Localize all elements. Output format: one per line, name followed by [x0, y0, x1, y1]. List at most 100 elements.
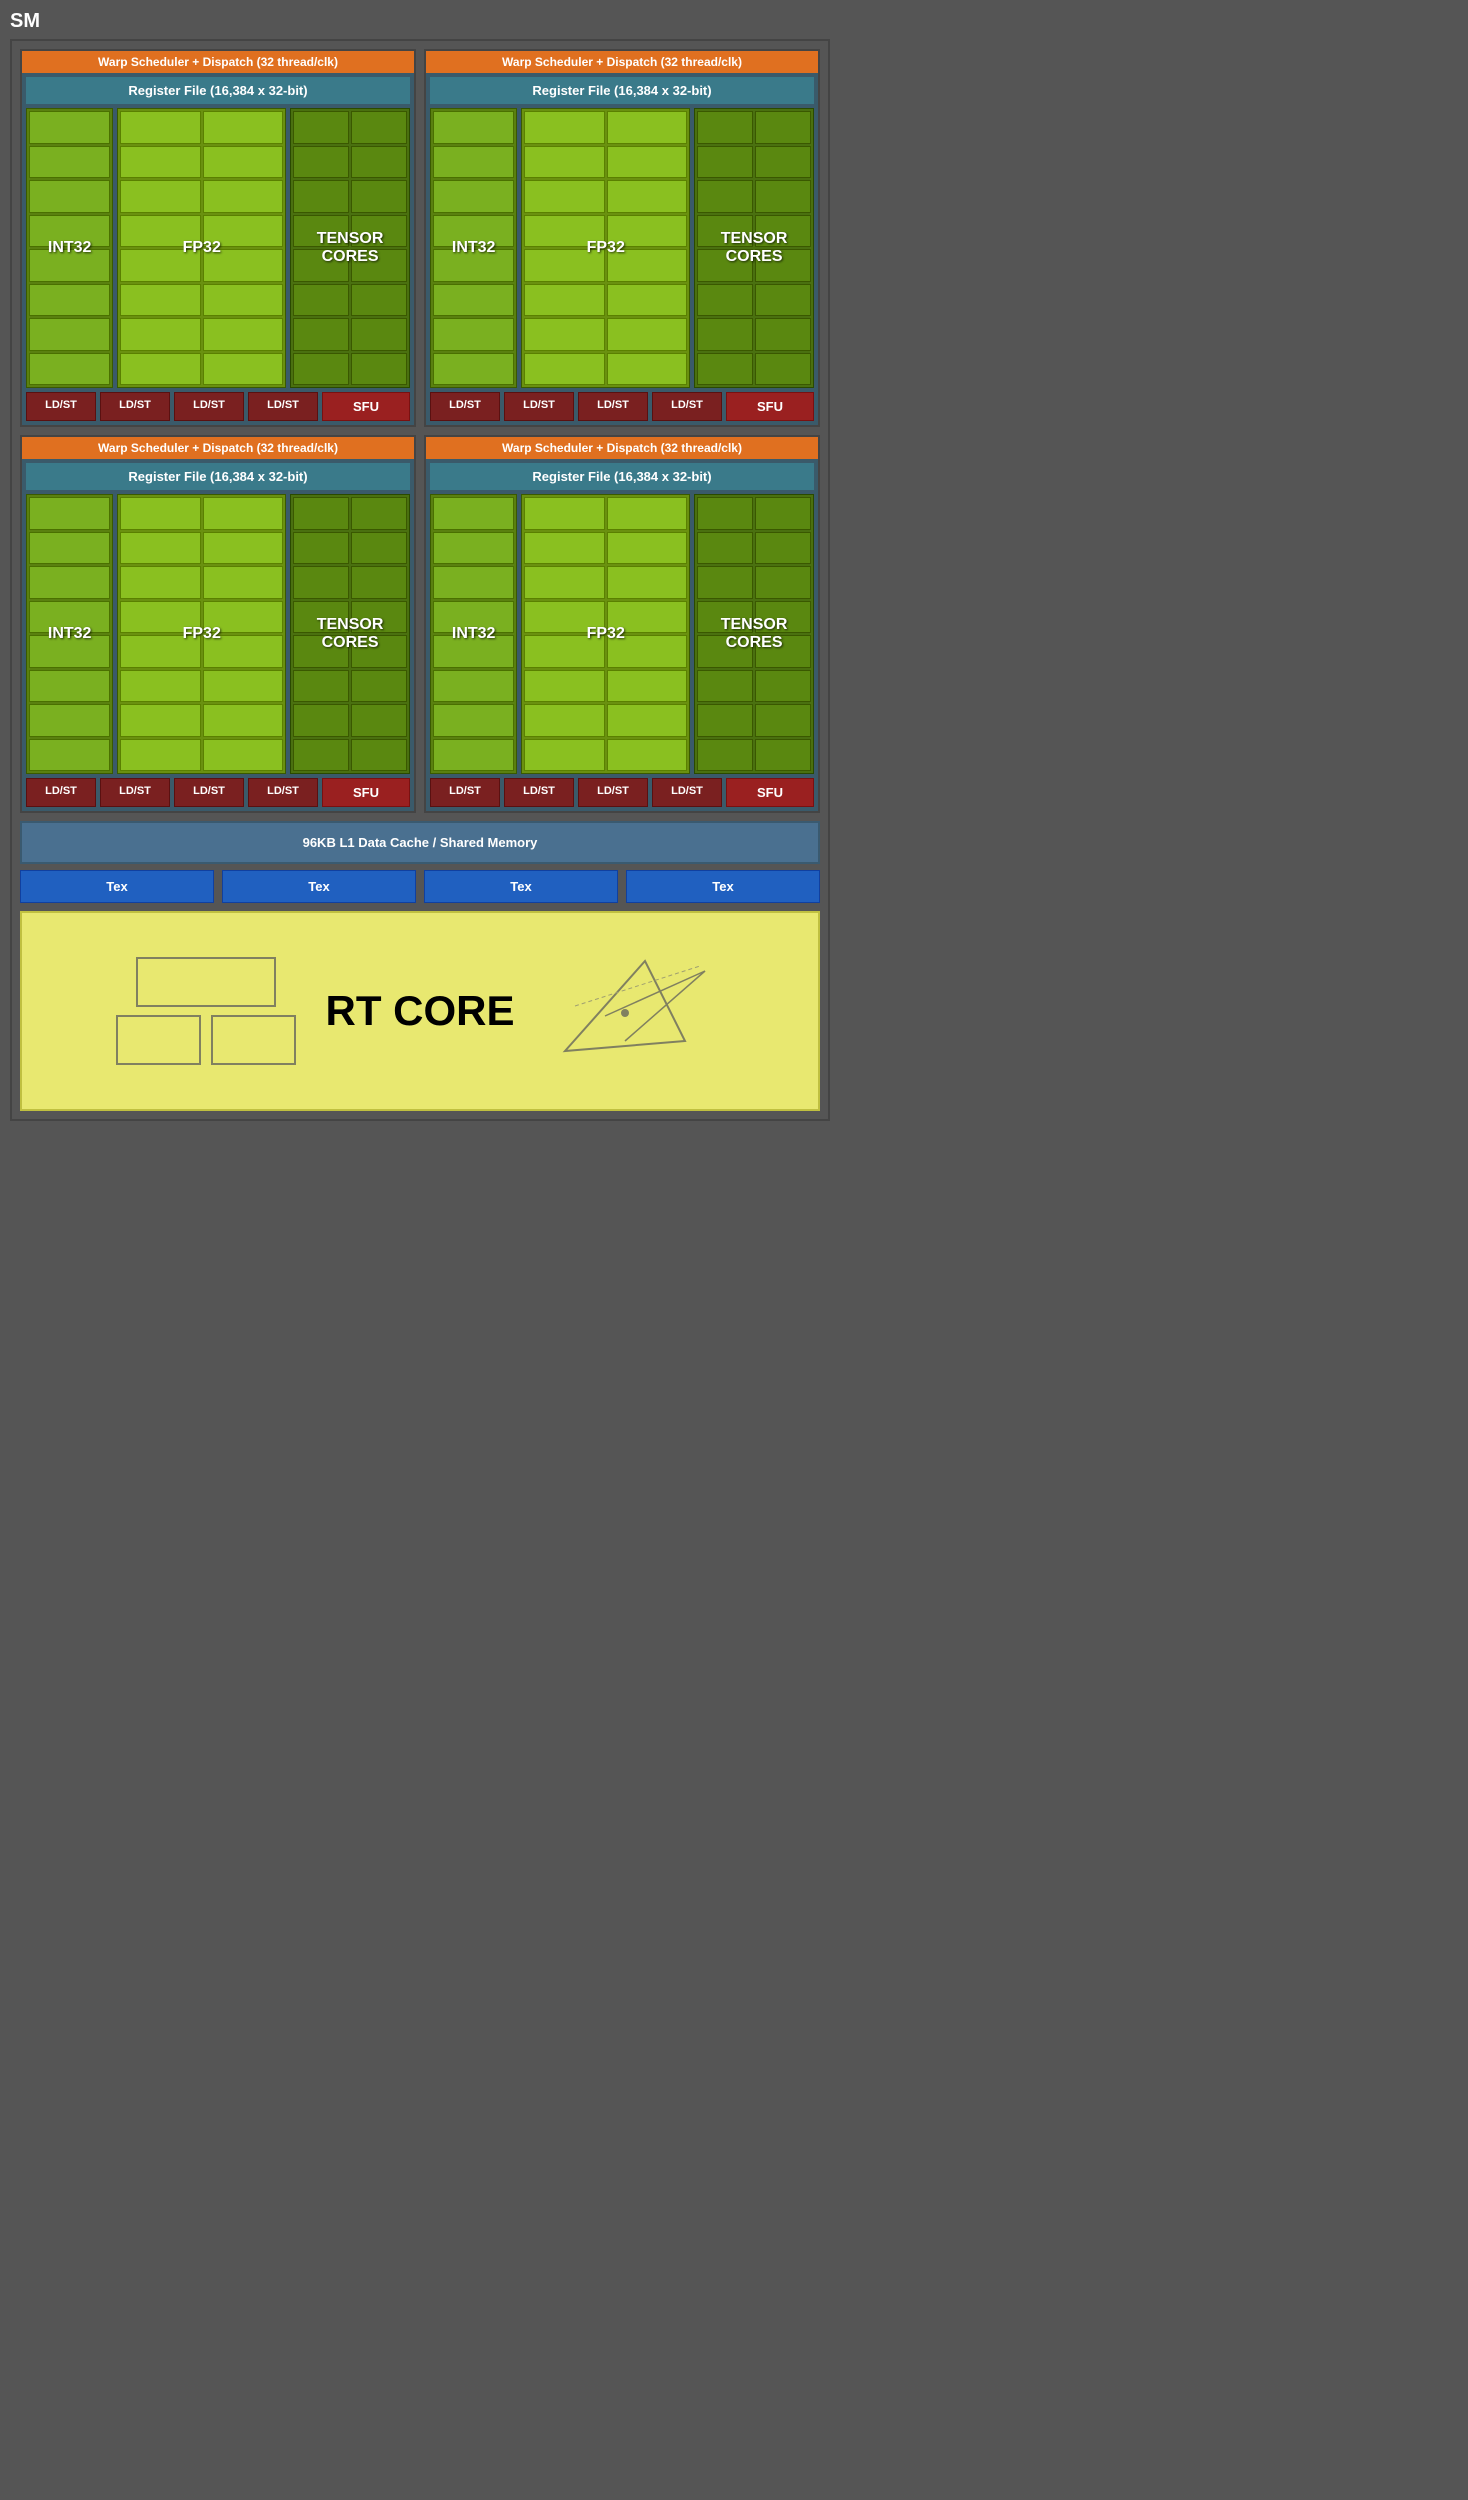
- triangle-diagram: [545, 951, 725, 1071]
- fp32-cell: [120, 215, 200, 248]
- tensor-cell: [293, 497, 349, 530]
- int32-block-4: INT32: [430, 494, 517, 774]
- tensor-cell: [755, 353, 811, 386]
- fp32-cell: [203, 249, 283, 282]
- register-file-2: Register File (16,384 x 32-bit): [430, 77, 814, 104]
- tensor-cell: [755, 318, 811, 351]
- fp32-cell: [203, 111, 283, 144]
- cores-area-3: INT32 FP32: [26, 494, 410, 774]
- tensor-cell: [293, 215, 349, 248]
- tensor-cell: [293, 566, 349, 599]
- fp32-cell: [120, 566, 200, 599]
- ldst-btn-4: LD/ST: [248, 392, 318, 421]
- fp32-cell: [524, 566, 604, 599]
- fp32-cell: [120, 532, 200, 565]
- tensor-cell: [755, 497, 811, 530]
- fp32-cell: [120, 353, 200, 386]
- fp32-cell: [203, 215, 283, 248]
- fp32-cell: [524, 532, 604, 565]
- int32-cell: [29, 670, 110, 703]
- int32-cell: [433, 532, 514, 565]
- tensor-cell: [351, 601, 407, 634]
- ldst-btn-3: LD/ST: [174, 392, 244, 421]
- tensor-cell: [351, 284, 407, 317]
- fp32-cell: [120, 635, 200, 668]
- tensor-cell: [697, 146, 753, 179]
- int32-cell: [29, 353, 110, 386]
- register-file-4: Register File (16,384 x 32-bit): [430, 463, 814, 490]
- tensor-cell: [755, 670, 811, 703]
- ldst-btn-9: LD/ST: [26, 778, 96, 807]
- int32-cell: [433, 635, 514, 668]
- tensor-block-2: TENSORCORES: [694, 108, 814, 388]
- tensor-cell: [293, 284, 349, 317]
- ldst-btn-8: LD/ST: [652, 392, 722, 421]
- register-file-1: Register File (16,384 x 32-bit): [26, 77, 410, 104]
- tensor-cell: [293, 601, 349, 634]
- fp32-cell: [203, 532, 283, 565]
- fp32-cell: [120, 146, 200, 179]
- int32-cell: [29, 249, 110, 282]
- tensor-cell: [351, 318, 407, 351]
- ldst-row-1: LD/ST LD/ST LD/ST LD/ST SFU: [26, 392, 410, 421]
- fp32-cell: [120, 111, 200, 144]
- fp32-cell: [607, 497, 687, 530]
- int32-block-3: INT32: [26, 494, 113, 774]
- int32-block-1: INT32: [26, 108, 113, 388]
- quadrant-top-right: Warp Scheduler + Dispatch (32 thread/clk…: [424, 49, 820, 427]
- tensor-cell: [351, 249, 407, 282]
- tensor-cell: [293, 532, 349, 565]
- fp32-cell: [203, 284, 283, 317]
- ldst-btn-10: LD/ST: [100, 778, 170, 807]
- tensor-cell: [293, 353, 349, 386]
- fp32-cell: [524, 353, 604, 386]
- int32-cell: [433, 249, 514, 282]
- fp32-cell: [607, 704, 687, 737]
- tensor-cell: [697, 249, 753, 282]
- fp32-cell: [120, 284, 200, 317]
- tensor-cell: [293, 635, 349, 668]
- tensor-cell: [293, 739, 349, 772]
- tensor-cell: [755, 635, 811, 668]
- tensor-cell: [293, 318, 349, 351]
- fp32-cell: [203, 146, 283, 179]
- tensor-cell: [293, 670, 349, 703]
- fp32-cell: [607, 215, 687, 248]
- ldst-btn-1: LD/ST: [26, 392, 96, 421]
- tensor-cell: [755, 215, 811, 248]
- fp32-cell: [607, 111, 687, 144]
- fp32-cell: [524, 670, 604, 703]
- cores-area-2: INT32 FP32: [430, 108, 814, 388]
- sfu-btn-2: SFU: [726, 392, 814, 421]
- tensor-cell: [351, 111, 407, 144]
- tensor-cell: [351, 739, 407, 772]
- tensor-cell: [755, 532, 811, 565]
- fp32-cell: [120, 601, 200, 634]
- fp32-cell: [120, 739, 200, 772]
- bvh-diagram: [116, 957, 296, 1065]
- tensor-cell: [697, 497, 753, 530]
- tensor-cell: [351, 497, 407, 530]
- tensor-cell: [697, 601, 753, 634]
- ldst-row-2: LD/ST LD/ST LD/ST LD/ST SFU: [430, 392, 814, 421]
- ldst-btn-15: LD/ST: [578, 778, 648, 807]
- cores-area-4: INT32 FP32: [430, 494, 814, 774]
- fp32-cell: [607, 566, 687, 599]
- sfu-btn-3: SFU: [322, 778, 410, 807]
- sfu-btn-1: SFU: [322, 392, 410, 421]
- ldst-btn-5: LD/ST: [430, 392, 500, 421]
- fp32-cell: [120, 704, 200, 737]
- fp32-cell: [524, 180, 604, 213]
- tensor-cell: [351, 215, 407, 248]
- tensor-cell: [351, 146, 407, 179]
- fp32-cell: [524, 215, 604, 248]
- fp32-cell: [524, 111, 604, 144]
- int32-cell: [29, 739, 110, 772]
- sm-container: Warp Scheduler + Dispatch (32 thread/clk…: [10, 39, 830, 1121]
- int32-cell: [29, 532, 110, 565]
- fp32-cell: [203, 497, 283, 530]
- l1-cache: 96KB L1 Data Cache / Shared Memory: [20, 821, 820, 864]
- fp32-cell: [607, 146, 687, 179]
- tensor-cell: [293, 146, 349, 179]
- fp32-cell: [524, 497, 604, 530]
